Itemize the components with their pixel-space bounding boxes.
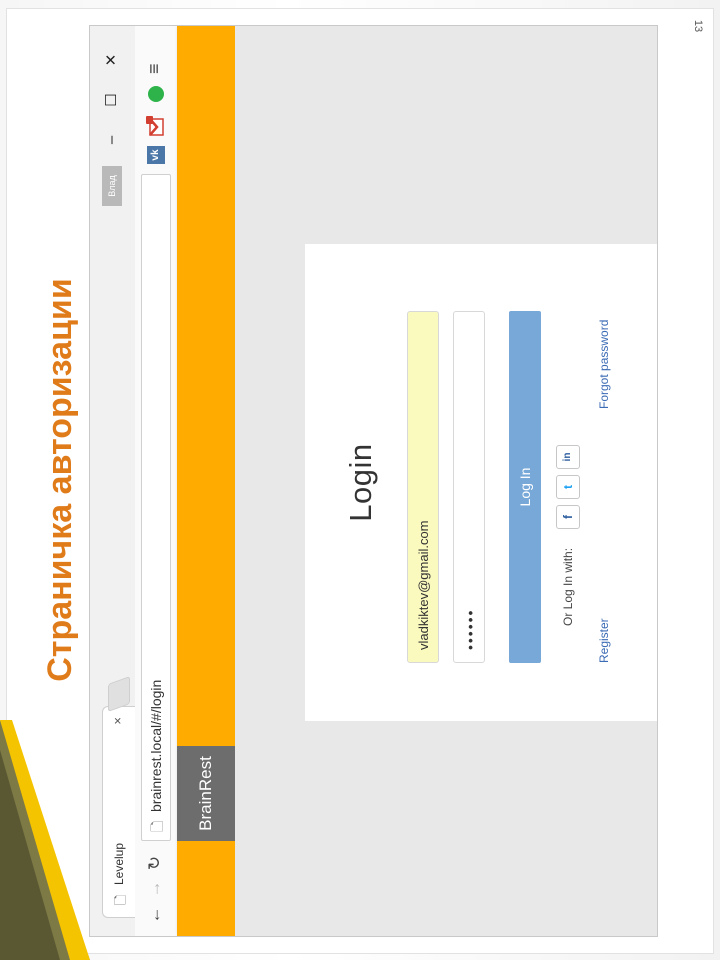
login-card: Login vladkiktev@gmail.com •••••• Log In… bbox=[305, 244, 657, 721]
green-dot-icon[interactable] bbox=[148, 86, 164, 102]
forward-arrow-icon[interactable]: → bbox=[144, 878, 166, 900]
register-link[interactable]: Register bbox=[597, 618, 611, 663]
browser-window: 🗋 Levelup × Влад – ☐ ✕ ← → ↻ 🗋 brainrest… bbox=[90, 26, 657, 936]
close-window-button[interactable]: ✕ bbox=[100, 46, 124, 74]
url-text: brainrest.local/#/login bbox=[148, 679, 164, 812]
menu-icon[interactable]: ≡ bbox=[144, 63, 165, 74]
email-field[interactable]: vladkiktev@gmail.com bbox=[407, 311, 439, 663]
reload-icon[interactable]: ↻ bbox=[144, 852, 166, 874]
twitter-icon[interactable]: t bbox=[556, 475, 580, 499]
address-bar[interactable]: 🗋 brainrest.local/#/login bbox=[141, 174, 171, 841]
slide-number: 13 bbox=[692, 19, 704, 33]
browser-tab[interactable]: 🗋 Levelup × bbox=[102, 706, 136, 918]
login-button[interactable]: Log In bbox=[509, 311, 541, 663]
tab-title: Levelup bbox=[112, 842, 126, 885]
forgot-password-link[interactable]: Forgot password bbox=[597, 320, 611, 409]
tab-close-icon[interactable]: × bbox=[110, 717, 125, 725]
password-field[interactable]: •••••• bbox=[453, 311, 485, 663]
maximize-button[interactable]: ☐ bbox=[100, 86, 124, 114]
vk-icon[interactable]: vk bbox=[147, 146, 165, 164]
brand-logo[interactable]: BrainRest bbox=[177, 746, 235, 841]
tab-strip: 🗋 Levelup × Влад – ☐ ✕ bbox=[90, 26, 136, 936]
social-login-label: Or Log In with: bbox=[561, 547, 575, 626]
page-icon: 🗋 bbox=[113, 894, 128, 905]
login-title: Login bbox=[343, 443, 378, 522]
browser-toolbar: ← → ↻ 🗋 brainrest.local/#/login vk ≡ bbox=[135, 26, 178, 936]
minimize-button[interactable]: – bbox=[100, 126, 124, 154]
back-arrow-icon[interactable]: ← bbox=[144, 904, 166, 926]
browser-screenshot: 🗋 Levelup × Влад – ☐ ✕ ← → ↻ 🗋 brainrest… bbox=[89, 25, 658, 937]
facebook-icon[interactable]: f bbox=[556, 505, 580, 529]
gmail-icon[interactable] bbox=[146, 116, 166, 136]
profile-badge[interactable]: Влад bbox=[102, 166, 122, 206]
site-header: BrainRest bbox=[177, 26, 235, 936]
linkedin-icon[interactable]: in bbox=[556, 445, 580, 469]
slide-title: Страничка авторизации bbox=[41, 278, 79, 682]
page-icon: 🗋 bbox=[149, 820, 165, 832]
